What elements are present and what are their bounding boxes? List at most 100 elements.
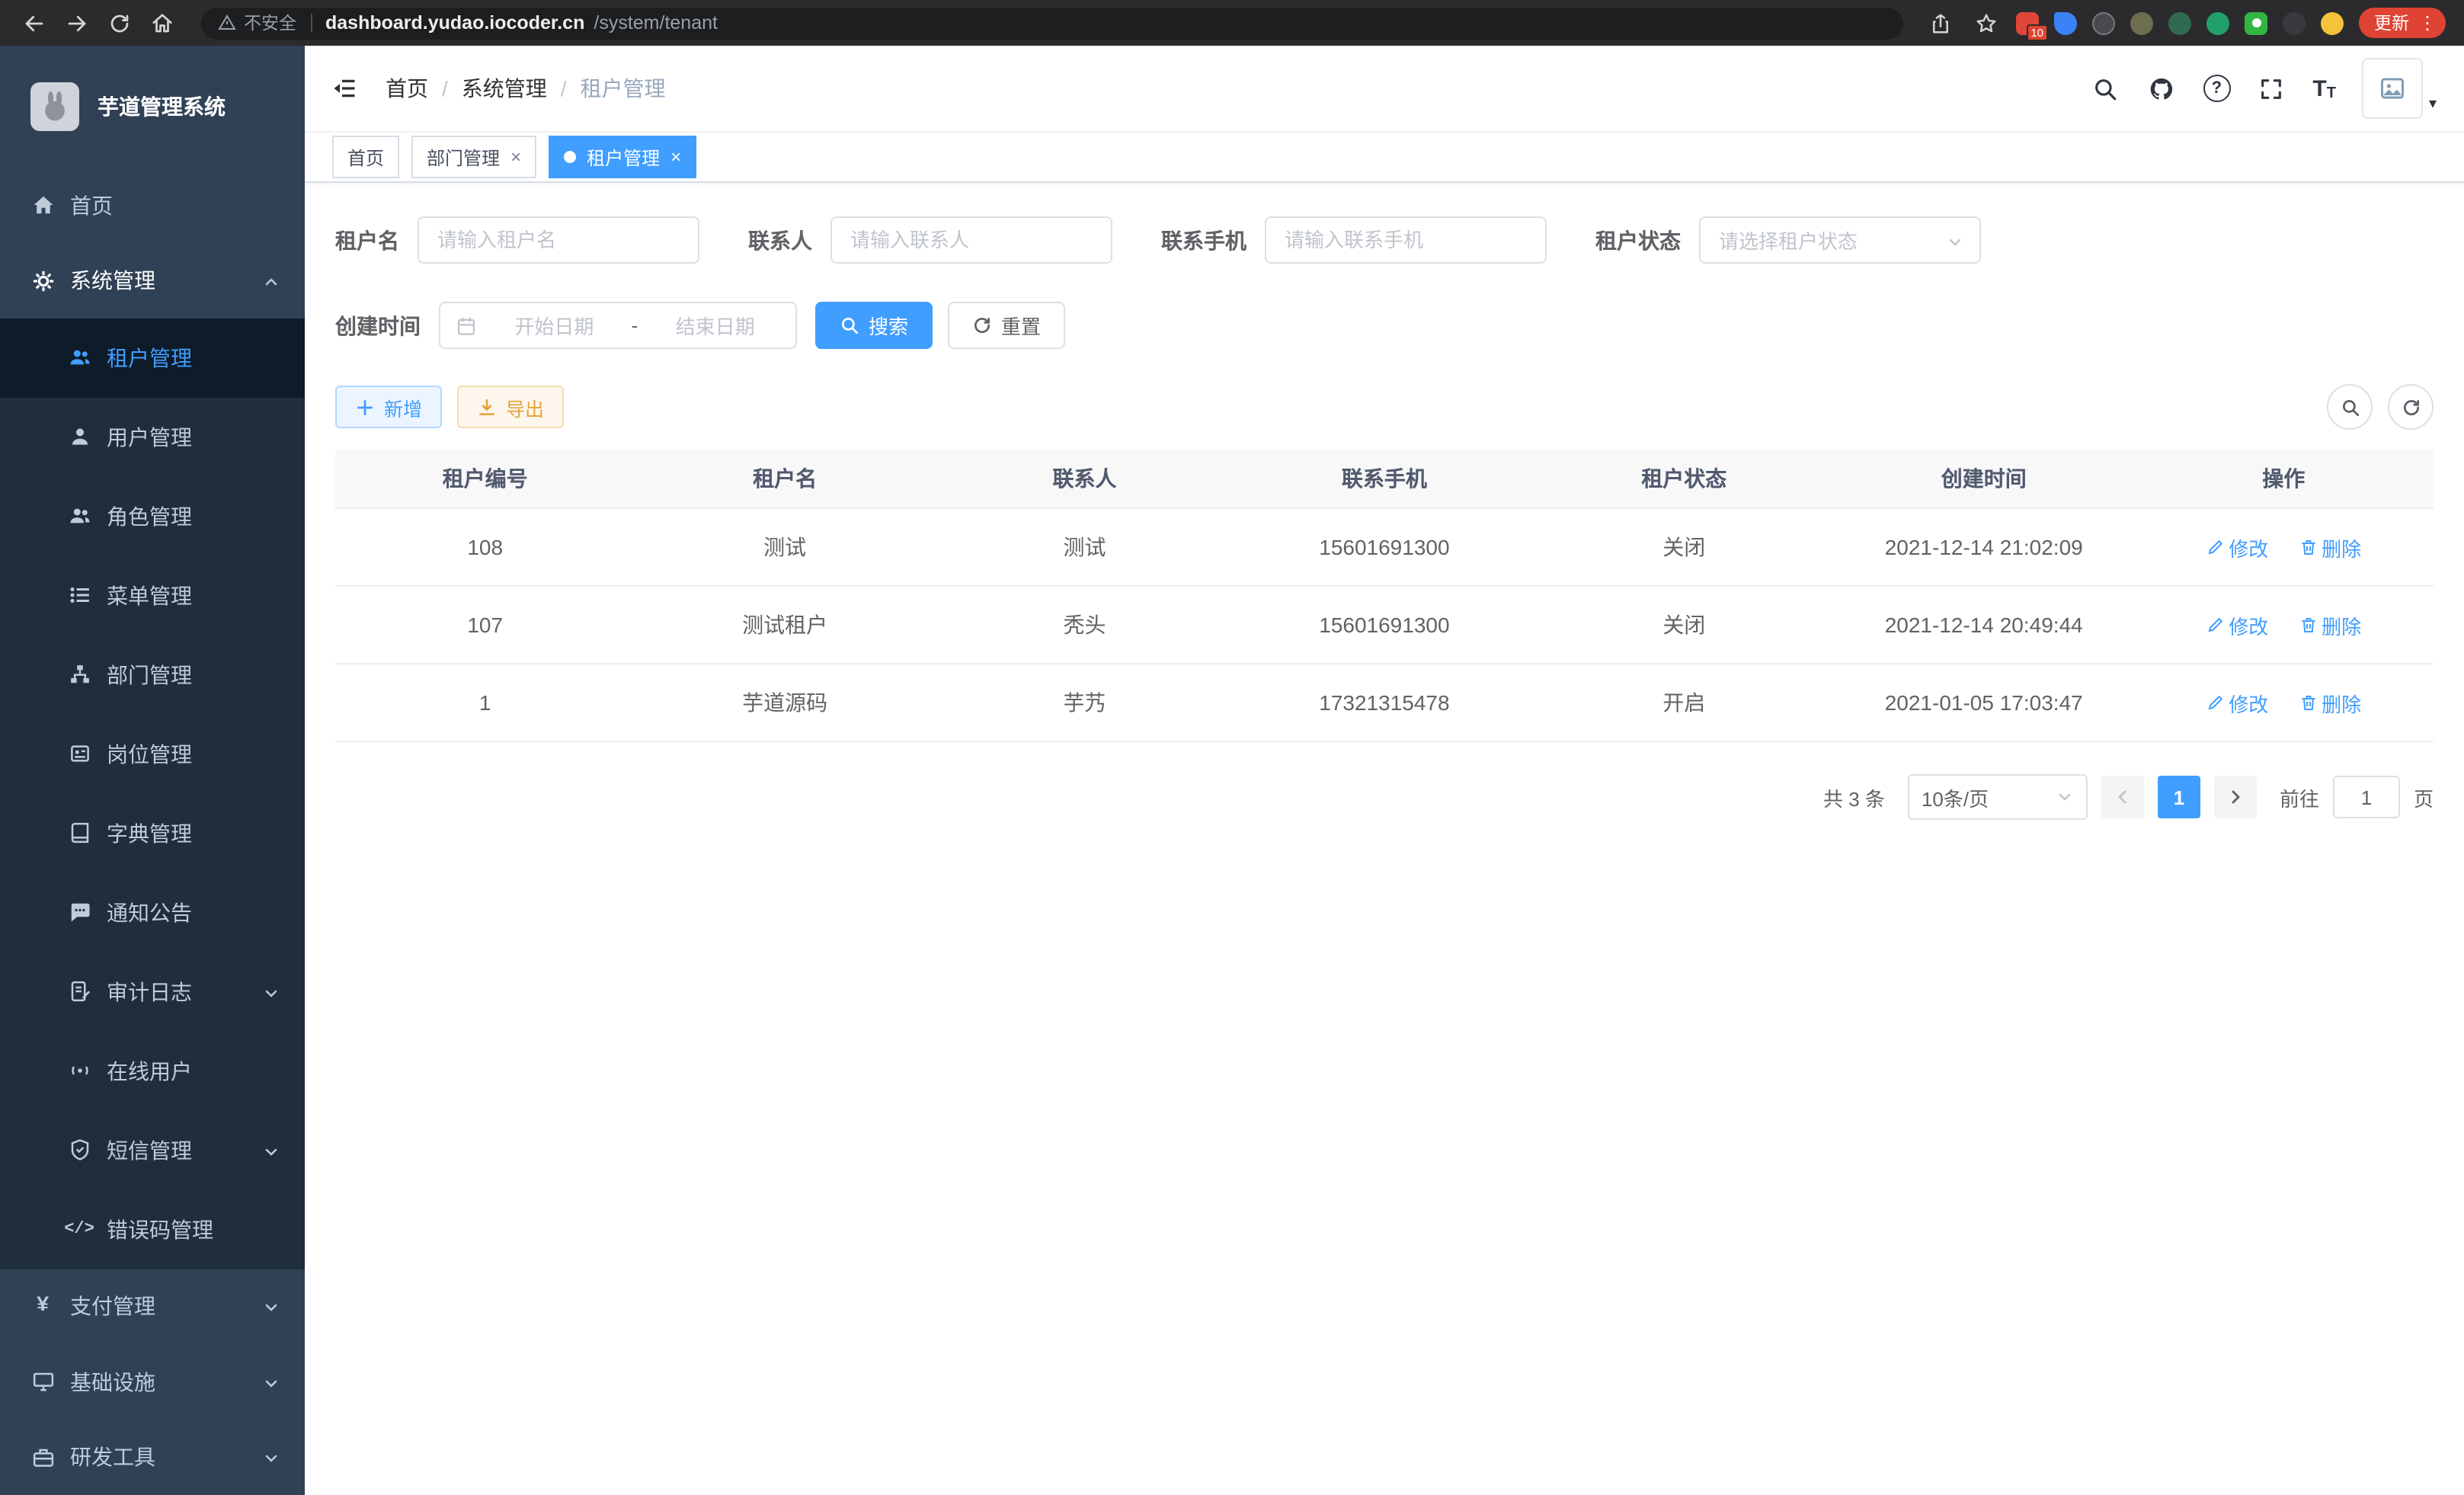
sidebar-item-dict[interactable]: 字典管理 [0,793,305,872]
edit-label: 修改 [2229,688,2268,717]
font-size-icon[interactable]: TT [2312,75,2336,101]
goto-page-input[interactable] [2333,776,2400,818]
filter-row-1: 租户名 联系人 联系手机 租户状态 请选择租户状态 [335,216,2434,264]
next-page-button[interactable] [2214,776,2257,818]
home-button[interactable] [143,5,180,41]
avatar[interactable] [2362,58,2423,119]
sidebar-item-audit[interactable]: 审计日志 [0,952,305,1031]
page-size-select[interactable]: 10条/页 [1908,774,2088,820]
add-button[interactable]: 新增 [335,386,442,428]
tab-home[interactable]: 首页 [332,136,399,178]
profile-avatar-icon[interactable] [2321,11,2344,34]
extension-icon-3[interactable] [2092,11,2115,34]
chrome-update-button[interactable]: 更新 ⋮ [2359,8,2446,38]
search-icon[interactable] [2090,73,2120,104]
export-button[interactable]: 导出 [457,386,564,428]
search-icon [840,315,859,335]
address-bar[interactable]: 不安全 dashboard.yudao.iocoder.cn /system/t… [201,7,1903,39]
chevron-left-icon [2114,788,2132,806]
user-menu[interactable]: ▾ [2362,58,2437,119]
tab-tenant[interactable]: 租户管理 × [549,136,696,178]
pencil-icon [2206,693,2224,712]
breadcrumb-system[interactable]: 系统管理 [462,73,547,104]
filter-create-time: 创建时间 开始日期 - 结束日期 [335,302,797,349]
extension-icon-6[interactable] [2206,11,2229,34]
sidebar-item-infra[interactable]: 基础设施 [0,1344,305,1420]
filter-status: 租户状态 请选择租户状态 [1595,216,1981,264]
sidebar-item-role[interactable]: 角色管理 [0,476,305,555]
cell-status: 开启 [1534,664,1834,741]
security-warning[interactable]: 不安全 [218,11,296,35]
back-button[interactable] [15,5,52,41]
delete-button[interactable]: 删除 [2299,688,2361,717]
tab-dept[interactable]: 部门管理 × [411,136,536,178]
column-header: 租户编号 [335,450,635,508]
plus-icon [355,397,375,417]
share-icon[interactable] [1925,8,1955,38]
sidebar-item-errcode[interactable]: </> 错误码管理 [0,1189,305,1269]
edit-button[interactable]: 修改 [2206,610,2268,639]
tenant-name-input[interactable] [418,216,699,264]
help-icon[interactable]: ? [2203,75,2230,102]
contact-input[interactable] [830,216,1112,264]
extension-icon-4[interactable] [2130,11,2153,34]
sidebar-item-dept[interactable]: 部门管理 [0,635,305,714]
sidebar-item-pay[interactable]: ¥ 支付管理 [0,1269,305,1344]
sidebar-item-devtools[interactable]: 研发工具 [0,1420,305,1495]
edit-label: 修改 [2229,533,2268,562]
cell-actions: 修改 删除 [2133,586,2434,664]
puzzle-extensions-icon[interactable] [2283,11,2306,34]
browser-toolbar: 不安全 dashboard.yudao.iocoder.cn /system/t… [0,0,2464,46]
chevron-up-icon [262,271,280,290]
sidebar-item-sms[interactable]: 短信管理 [0,1110,305,1189]
sidebar-item-tenant[interactable]: 租户管理 [0,318,305,397]
refresh-table-button[interactable] [2388,384,2434,430]
browser-menu-icon[interactable]: ⋮ [2418,12,2437,34]
sidebar-item-user[interactable]: 用户管理 [0,397,305,476]
sidebar-item-online[interactable]: 在线用户 [0,1031,305,1110]
close-icon[interactable]: × [510,146,521,168]
reload-button[interactable] [101,5,137,41]
prev-page-button[interactable] [2101,776,2144,818]
extension-icon-1[interactable]: 10 [2016,11,2039,34]
delete-button[interactable]: 删除 [2299,610,2361,639]
toolbox-icon [30,1445,55,1470]
date-range-picker[interactable]: 开始日期 - 结束日期 [439,302,797,349]
sidebar-item-label: 错误码管理 [107,1214,213,1244]
edit-button[interactable]: 修改 [2206,688,2268,717]
extension-icon-2[interactable] [2054,11,2077,34]
fullscreen-icon[interactable] [2256,73,2286,104]
extension-icon-7[interactable] [2245,11,2267,34]
delete-button[interactable]: 删除 [2299,533,2361,562]
export-button-label: 导出 [506,392,544,421]
cell-tenant-id: 107 [335,586,635,664]
phone-input[interactable] [1265,216,1547,264]
delete-label: 删除 [2322,688,2361,717]
edit-button[interactable]: 修改 [2206,533,2268,562]
search-button[interactable]: 搜索 [815,302,933,349]
github-icon[interactable] [2146,73,2177,104]
toggle-search-button[interactable] [2327,384,2373,430]
cell-phone: 15601691300 [1234,508,1534,586]
sidebar-item-menu[interactable]: 菜单管理 [0,555,305,635]
sidebar-item-notice[interactable]: 通知公告 [0,872,305,952]
breadcrumb-home[interactable]: 首页 [386,73,428,104]
sidebar-item-label: 支付管理 [70,1292,155,1322]
close-icon[interactable]: × [670,146,681,168]
active-tab-dot [564,151,576,163]
cell-actions: 修改 删除 [2133,664,2434,741]
users-icon [67,345,91,370]
sidebar-item-home[interactable]: 首页 [0,168,305,243]
reset-button[interactable]: 重置 [948,302,1065,349]
sidebar-item-post[interactable]: 岗位管理 [0,714,305,793]
sidebar-item-system[interactable]: 系统管理 [0,243,305,319]
forward-button[interactable] [58,5,94,41]
chevron-down-icon [262,1449,280,1467]
sidebar-toggle-icon[interactable] [328,72,361,105]
status-select[interactable]: 请选择租户状态 [1699,216,1981,264]
extension-icon-5[interactable] [2168,11,2191,34]
bookmark-star-icon[interactable] [1970,8,2001,38]
page-number-1[interactable]: 1 [2158,776,2200,818]
reset-button-label: 重置 [1001,311,1041,340]
sidebar-item-label: 用户管理 [107,421,192,452]
